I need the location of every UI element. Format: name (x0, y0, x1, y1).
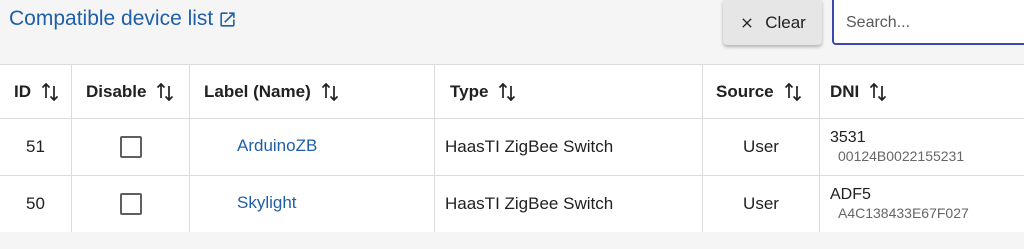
column-header-disable[interactable]: Disable (72, 65, 190, 118)
compatible-device-list-link[interactable]: Compatible device list (9, 7, 237, 31)
compatible-device-list-label: Compatible device list (9, 7, 214, 30)
device-dni-detail: A4C138433E67F027 (838, 205, 969, 221)
device-label-link[interactable]: ArduinoZB (190, 136, 317, 156)
label-cell: Skylight (190, 176, 435, 232)
device-label-link[interactable]: Skylight (190, 193, 297, 213)
column-header-label[interactable]: Label (Name) (190, 65, 435, 118)
open-in-new-icon (220, 12, 235, 27)
table-footer-area (0, 232, 1024, 249)
disable-cell (72, 119, 190, 175)
toolbar: Compatible device list Clear (0, 0, 1024, 64)
sort-arrows-icon[interactable] (155, 82, 175, 102)
table-row: 51 ArduinoZB HaasTI ZigBee Switch User 3… (0, 119, 1024, 176)
device-dni-detail: 00124B0022155231 (838, 148, 965, 164)
disable-checkbox[interactable] (119, 193, 142, 215)
device-id: 51 (0, 119, 72, 175)
sort-arrows-icon[interactable] (868, 82, 888, 102)
device-dni: ADF5 (830, 186, 871, 203)
disable-cell (72, 176, 190, 232)
search-field[interactable] (832, 0, 1024, 45)
column-header-dni[interactable]: DNI (820, 65, 1024, 118)
column-header-id[interactable]: ID (0, 65, 72, 118)
clear-button-label: Clear (765, 12, 806, 32)
table-row: 50 Skylight HaasTI ZigBee Switch User AD… (0, 176, 1024, 233)
sort-arrows-icon[interactable] (320, 82, 340, 102)
column-header-type[interactable]: Type (435, 65, 703, 118)
device-source: User (703, 119, 820, 175)
type-cell: HaasTI ZigBee Switch (435, 119, 703, 175)
type-cell: HaasTI ZigBee Switch (435, 176, 703, 232)
sort-arrows-icon[interactable] (40, 82, 60, 102)
column-header-source[interactable]: Source (703, 65, 820, 118)
dni-cell: ADF5 A4C138433E67F027 (820, 176, 1024, 232)
label-cell: ArduinoZB (190, 119, 435, 175)
device-dni: 3531 (830, 129, 866, 146)
dni-cell: 3531 00124B0022155231 (820, 119, 1024, 175)
device-type: HaasTI ZigBee Switch (445, 137, 614, 156)
device-id: 50 (0, 176, 72, 232)
sort-arrows-icon[interactable] (497, 82, 517, 102)
device-type: HaasTI ZigBee Switch (445, 194, 614, 213)
device-source: User (703, 176, 820, 232)
search-input[interactable] (834, 0, 1024, 43)
close-icon (742, 17, 752, 28)
table-header-row: ID Disable Label (Name) Type Source DNI (0, 65, 1024, 119)
device-table: ID Disable Label (Name) Type Source DNI … (0, 64, 1024, 233)
sort-arrows-icon[interactable] (783, 82, 803, 102)
disable-checkbox[interactable] (119, 136, 142, 158)
clear-button[interactable]: Clear (723, 0, 822, 45)
